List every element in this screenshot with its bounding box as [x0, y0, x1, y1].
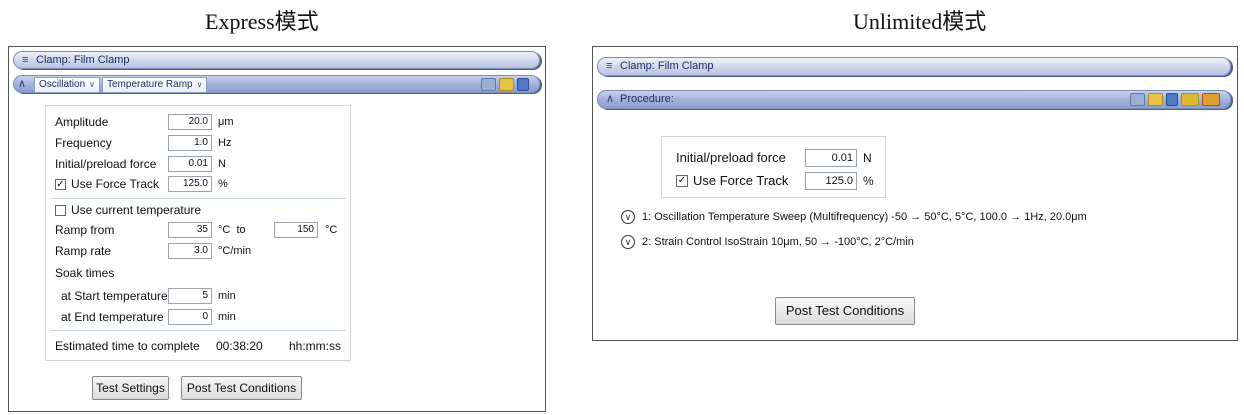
clamp-bar[interactable]: ≡ Clamp: Film Clamp: [13, 51, 540, 69]
post-test-conditions-button[interactable]: Post Test Conditions: [775, 297, 915, 325]
start-temp-label: at Start temperature: [61, 289, 168, 303]
chevron-down-icon[interactable]: ≡: [606, 58, 620, 75]
amplitude-input[interactable]: 20.0: [168, 114, 212, 130]
express-panel: ≡ Clamp: Film Clamp ∧ Oscillation ∨ Temperat…: [8, 46, 546, 412]
procedure-bar: ∧ Oscillation ∨ Temperature Ramp ∨: [13, 75, 540, 93]
toolbar-icons: [481, 76, 529, 92]
expand-circle-icon[interactable]: ∨: [621, 210, 635, 224]
force-track-checkbox[interactable]: ✓: [55, 179, 66, 190]
force-track-checkbox[interactable]: ✓: [676, 175, 688, 187]
section-divider: [50, 330, 346, 331]
use-current-temp-checkbox[interactable]: [55, 205, 66, 216]
ramp-from-label: Ramp from: [55, 223, 115, 237]
force-track-label: Use Force Track: [71, 177, 160, 191]
toolbar-icons: [1130, 91, 1220, 108]
start-temp-unit: min: [218, 290, 236, 302]
frequency-label: Frequency: [55, 136, 112, 150]
force-track-label: Use Force Track: [693, 173, 789, 188]
end-temp-unit: min: [218, 311, 236, 323]
ramp-rate-input[interactable]: 3.0: [168, 243, 212, 259]
unlimited-form: Initial/preload force 0.01 N ✓ Use Force…: [661, 136, 886, 198]
preload-unit: N: [218, 158, 226, 170]
ramp-from-input[interactable]: 35: [168, 222, 212, 238]
clamp-bar[interactable]: ≡ Clamp: Film Clamp: [597, 57, 1231, 76]
procedure-bar-label: Procedure:: [620, 93, 674, 105]
section-divider: [50, 198, 346, 199]
soak-times-label: Soak times: [55, 266, 115, 280]
force-track-unit: %: [863, 174, 874, 188]
procedure-bar: ∧ Procedure:: [597, 90, 1231, 109]
end-temp-label: at End temperature: [61, 310, 164, 324]
estimate-label: Estimated time to complete: [55, 339, 200, 353]
express-mode-caption: Express模式: [205, 9, 319, 34]
chevron-up-icon[interactable]: ∧: [18, 76, 32, 92]
use-current-temp-label: Use current temperature: [71, 203, 202, 217]
force-track-unit: %: [218, 178, 228, 190]
amplitude-unit: μm: [218, 116, 234, 128]
remove-step-icon[interactable]: [1202, 93, 1220, 106]
preload-label: Initial/preload force: [55, 157, 157, 171]
preload-label: Initial/preload force: [676, 150, 786, 165]
save-icon[interactable]: [517, 77, 529, 91]
end-temp-input[interactable]: 0: [168, 309, 212, 325]
unlimited-panel: ≡ Clamp: Film Clamp ∧ Procedure: Initial/p…: [592, 46, 1238, 341]
frequency-unit: Hz: [218, 137, 232, 149]
save-icon[interactable]: [1166, 93, 1178, 106]
mode-dropdown-value: Oscillation: [39, 79, 86, 90]
procedure-step[interactable]: 2: Strain Control IsoStrain 10μm, 50 → -…: [642, 236, 914, 248]
clamp-bar-label: Clamp: Film Clamp: [36, 54, 130, 66]
ramp-rate-label: Ramp rate: [55, 244, 112, 258]
expand-circle-icon[interactable]: ∨: [621, 235, 635, 249]
ramp-rate-unit: °C/min: [218, 245, 252, 257]
amplitude-label: Amplitude: [55, 115, 109, 129]
preload-input[interactable]: 0.01: [805, 149, 857, 167]
force-track-input[interactable]: 125.0: [805, 172, 857, 190]
dropdown-arrow-icon: ∨: [89, 80, 95, 89]
post-test-conditions-button[interactable]: Post Test Conditions: [181, 376, 302, 400]
folder-icon[interactable]: [499, 77, 514, 91]
start-temp-input[interactable]: 5: [168, 288, 212, 304]
preload-unit: N: [863, 151, 872, 165]
wand-icon[interactable]: [1130, 93, 1145, 106]
ramp-from-unit: °C to: [218, 224, 246, 236]
add-step-icon[interactable]: [1181, 93, 1199, 106]
procedure-step[interactable]: 1: Oscillation Temperature Sweep (Multif…: [642, 211, 1087, 223]
express-form: Amplitude 20.0 μm Frequency 1.0 Hz Initi…: [45, 105, 351, 361]
ramp-to-input[interactable]: 150: [274, 222, 318, 238]
ramp-to-unit: °C: [325, 224, 338, 236]
dropdown-arrow-icon: ∨: [196, 80, 203, 89]
preload-input[interactable]: 0.01: [168, 156, 212, 172]
chevron-down-icon[interactable]: ≡: [22, 52, 36, 68]
estimate-value: 00:38:20: [216, 339, 263, 353]
folder-icon[interactable]: [1148, 93, 1163, 106]
frequency-input[interactable]: 1.0: [168, 135, 212, 151]
estimate-unit: hh:mm:ss: [289, 339, 342, 353]
force-track-input[interactable]: 125.0: [168, 176, 212, 192]
test-type-dropdown[interactable]: Temperature Ramp ∨: [102, 77, 208, 93]
wand-icon[interactable]: [481, 77, 496, 91]
clamp-bar-label: Clamp: Film Clamp: [620, 60, 714, 72]
mode-dropdown[interactable]: Oscillation ∨: [34, 77, 100, 93]
unlimited-mode-caption: Unlimited模式: [853, 9, 987, 34]
test-settings-button[interactable]: Test Settings: [92, 376, 169, 400]
chevron-up-icon[interactable]: ∧: [606, 91, 620, 108]
test-type-dropdown-value: Temperature Ramp: [107, 79, 193, 90]
